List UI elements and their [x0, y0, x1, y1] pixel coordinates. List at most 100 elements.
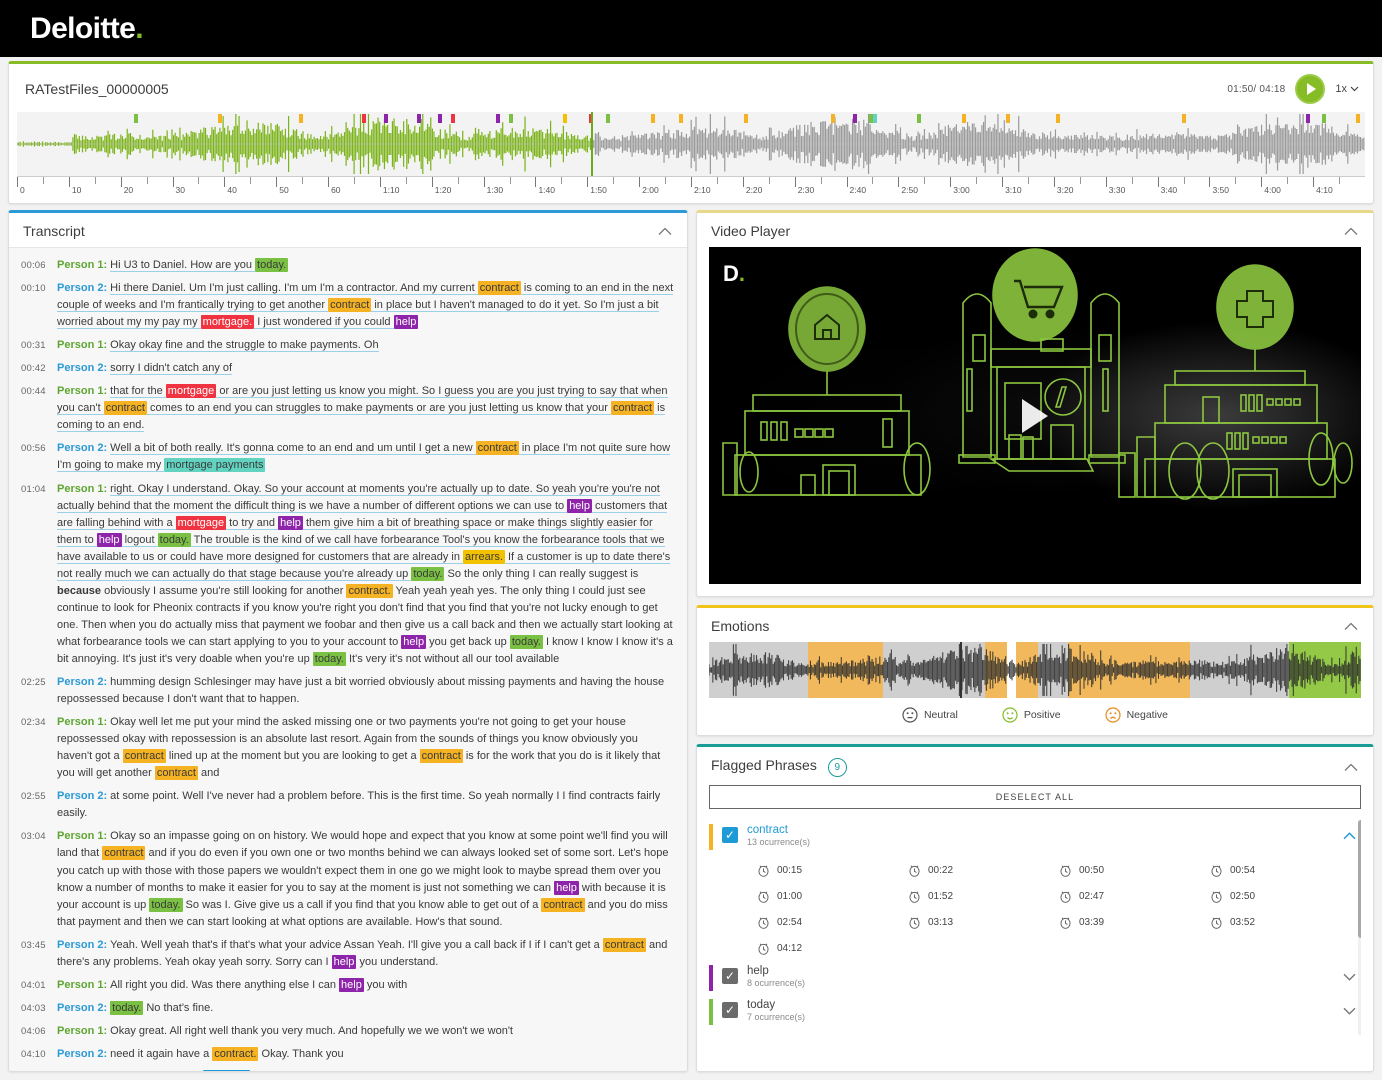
- flagged-term-highlight[interactable]: help: [339, 977, 364, 992]
- flagged-term-highlight[interactable]: help: [96, 532, 122, 547]
- flagged-term-highlight[interactable]: today.: [157, 532, 191, 547]
- flagged-term-highlight[interactable]: today.: [411, 566, 445, 581]
- transcript-row[interactable]: 00:06 Person 1: Hi U3 to Daniel. How are y…: [9, 254, 687, 277]
- flagged-phrase-timestamp[interactable]: 00:15: [757, 864, 908, 877]
- flagged-term-highlight[interactable]: Bye bye.: [203, 1069, 250, 1071]
- flagged-phrase-timestamp[interactable]: 03:52: [1210, 916, 1361, 929]
- flagged-term-highlight[interactable]: help: [554, 880, 579, 895]
- waveform-marker[interactable]: [961, 114, 966, 123]
- waveform-marker[interactable]: [562, 114, 567, 123]
- flagged-term-highlight[interactable]: contract: [477, 281, 521, 296]
- transcript-row[interactable]: 00:10 Person 2: Hi there Daniel. Um I'm ju…: [9, 277, 687, 334]
- flagged-term-highlight[interactable]: contract: [328, 298, 372, 313]
- flagged-phrase-timestamp[interactable]: 02:50: [1210, 890, 1361, 903]
- flagged-term-highlight[interactable]: contract: [610, 401, 655, 416]
- flagged-term-highlight[interactable]: mortgage: [165, 384, 217, 399]
- transcript-timestamp[interactable]: 01:04: [21, 481, 57, 669]
- transcript-row[interactable]: 02:55 Person 2: at some point. Well I've n…: [9, 785, 687, 825]
- waveform-marker[interactable]: [509, 114, 514, 123]
- flagged-phrase-expand-button[interactable]: [1343, 1004, 1361, 1018]
- transcript-timestamp[interactable]: 04:03: [21, 1000, 57, 1017]
- waveform-marker[interactable]: [437, 114, 442, 123]
- flagged-phrase-checkbox[interactable]: ✓: [722, 1002, 738, 1018]
- flagged-term-highlight[interactable]: today.: [509, 634, 543, 649]
- flagged-phrase-timestamp[interactable]: 00:54: [1210, 864, 1361, 877]
- flagged-phrase-timestamp[interactable]: 02:54: [757, 916, 908, 929]
- flagged-phrase-timestamp[interactable]: 02:47: [1059, 890, 1210, 903]
- waveform-marker[interactable]: [417, 114, 422, 123]
- waveform-marker[interactable]: [451, 114, 456, 123]
- transcript-timestamp[interactable]: 04:06: [21, 1023, 57, 1040]
- flagged-phrase-timestamp[interactable]: 03:13: [908, 916, 1059, 929]
- flagged-term-highlight[interactable]: mortgage: [175, 515, 227, 530]
- transcript-list[interactable]: 00:06 Person 1: Hi U3 to Daniel. How are y…: [9, 247, 687, 1071]
- waveform-marker[interactable]: [217, 114, 222, 123]
- transcript-timestamp[interactable]: 04:01: [21, 977, 57, 994]
- flagged-term-highlight[interactable]: help: [567, 498, 592, 513]
- transcript-row[interactable]: 00:42 Person 2: sorry I didn't catch any o…: [9, 357, 687, 380]
- transcript-row[interactable]: 02:25 Person 2: humming design Schlesinger…: [9, 671, 687, 711]
- play-button[interactable]: [1295, 74, 1326, 104]
- flagged-term-highlight[interactable]: help: [278, 515, 303, 530]
- transcript-timestamp[interactable]: 03:45: [21, 937, 57, 971]
- flagged-term-highlight[interactable]: contract: [122, 749, 166, 764]
- transcript-timestamp[interactable]: 03:04: [21, 828, 57, 930]
- flagged-phrase-checkbox[interactable]: ✓: [722, 827, 738, 843]
- flagged-term-highlight[interactable]: today.: [110, 1000, 144, 1015]
- waveform-marker[interactable]: [1181, 114, 1186, 123]
- waveform-marker[interactable]: [1006, 114, 1011, 123]
- emotions-waveform[interactable]: [709, 642, 1361, 698]
- flagged-term-highlight[interactable]: arrears.: [463, 549, 505, 564]
- deselect-all-button[interactable]: DESELECT ALL: [709, 785, 1361, 809]
- emotions-collapse-button[interactable]: [1343, 618, 1359, 634]
- waveform-playhead[interactable]: [591, 112, 593, 176]
- transcript-row[interactable]: 04:01 Person 1: All right you did. Was the…: [9, 974, 687, 997]
- video-stage[interactable]: D.: [709, 247, 1361, 584]
- transcript-timestamp[interactable]: 00:44: [21, 383, 57, 434]
- transcript-row[interactable]: 02:34 Person 1: Okay well let me put your …: [9, 711, 687, 785]
- transcript-row[interactable]: 00:44 Person 1: that for the mortgage or a…: [9, 380, 687, 437]
- waveform-marker[interactable]: [495, 114, 500, 123]
- flagged-phrase-timestamp[interactable]: 03:39: [1059, 916, 1210, 929]
- flagged-phrase-item[interactable]: ✓ help 8 ocurrence(s): [709, 961, 1361, 995]
- flagged-phrase-item[interactable]: ✓ today 7 ocurrence(s): [709, 995, 1361, 1029]
- waveform-marker[interactable]: [831, 114, 836, 123]
- flagged-term-highlight[interactable]: contract: [419, 749, 463, 764]
- transcript-row[interactable]: 00:56 Person 2: Well a bit of both really.…: [9, 437, 687, 477]
- waveform[interactable]: [17, 112, 1365, 176]
- waveform-marker[interactable]: [1305, 114, 1310, 123]
- transcript-timestamp[interactable]: 00:06: [21, 257, 57, 274]
- emotions-playhead[interactable]: [960, 642, 963, 698]
- waveform-marker[interactable]: [678, 114, 683, 123]
- waveform-marker[interactable]: [1056, 114, 1061, 123]
- flagged-phrase-timestamp[interactable]: 00:22: [908, 864, 1059, 877]
- flagged-term-highlight[interactable]: contract.: [346, 583, 393, 598]
- flagged-term-highlight[interactable]: mortgage payments: [164, 458, 266, 473]
- flagged-term-highlight[interactable]: help: [401, 634, 427, 649]
- flagged-phrase-expand-button[interactable]: [1343, 829, 1361, 843]
- video-collapse-button[interactable]: [1343, 223, 1359, 239]
- transcript-collapse-button[interactable]: [657, 223, 673, 239]
- transcript-row[interactable]: 04:10 Person 2: need it again have a contr…: [9, 1043, 687, 1066]
- transcript-timestamp[interactable]: 02:25: [21, 674, 57, 708]
- waveform-marker[interactable]: [1321, 114, 1326, 123]
- flagged-phrases-list[interactable]: ✓ contract 13 ocurrence(s) 00:15 00:22 00:50 0…: [709, 820, 1361, 1035]
- transcript-timestamp[interactable]: 00:31: [21, 337, 57, 354]
- flagged-phrase-timestamp[interactable]: 04:12: [757, 942, 908, 955]
- waveform-marker[interactable]: [134, 114, 139, 123]
- transcript-row[interactable]: 01:04 Person 1: right. Okay I understand. …: [9, 478, 687, 672]
- transcript-timestamp[interactable]: 04:16: [21, 1069, 57, 1071]
- flagged-phrase-expand-button[interactable]: [1343, 970, 1361, 984]
- transcript-timestamp[interactable]: 00:10: [21, 280, 57, 331]
- transcript-timestamp[interactable]: 02:55: [21, 788, 57, 822]
- flagged-phrase-checkbox[interactable]: ✓: [722, 968, 738, 984]
- flagged-phrase-timestamp[interactable]: 01:00: [757, 890, 908, 903]
- flagged-term-highlight[interactable]: mortgage.: [200, 315, 255, 330]
- transcript-timestamp[interactable]: 00:56: [21, 440, 57, 474]
- flagged-term-highlight[interactable]: help: [331, 954, 357, 969]
- transcript-row[interactable]: 03:45 Person 2: Yeah. Well yeah that's if …: [9, 934, 687, 974]
- flagged-phrase-word[interactable]: help: [747, 965, 1343, 977]
- flagged-term-highlight[interactable]: contract: [602, 937, 646, 952]
- transcript-row[interactable]: 04:03 Person 2: today. No that's fine.: [9, 997, 687, 1020]
- waveform-marker[interactable]: [743, 114, 748, 123]
